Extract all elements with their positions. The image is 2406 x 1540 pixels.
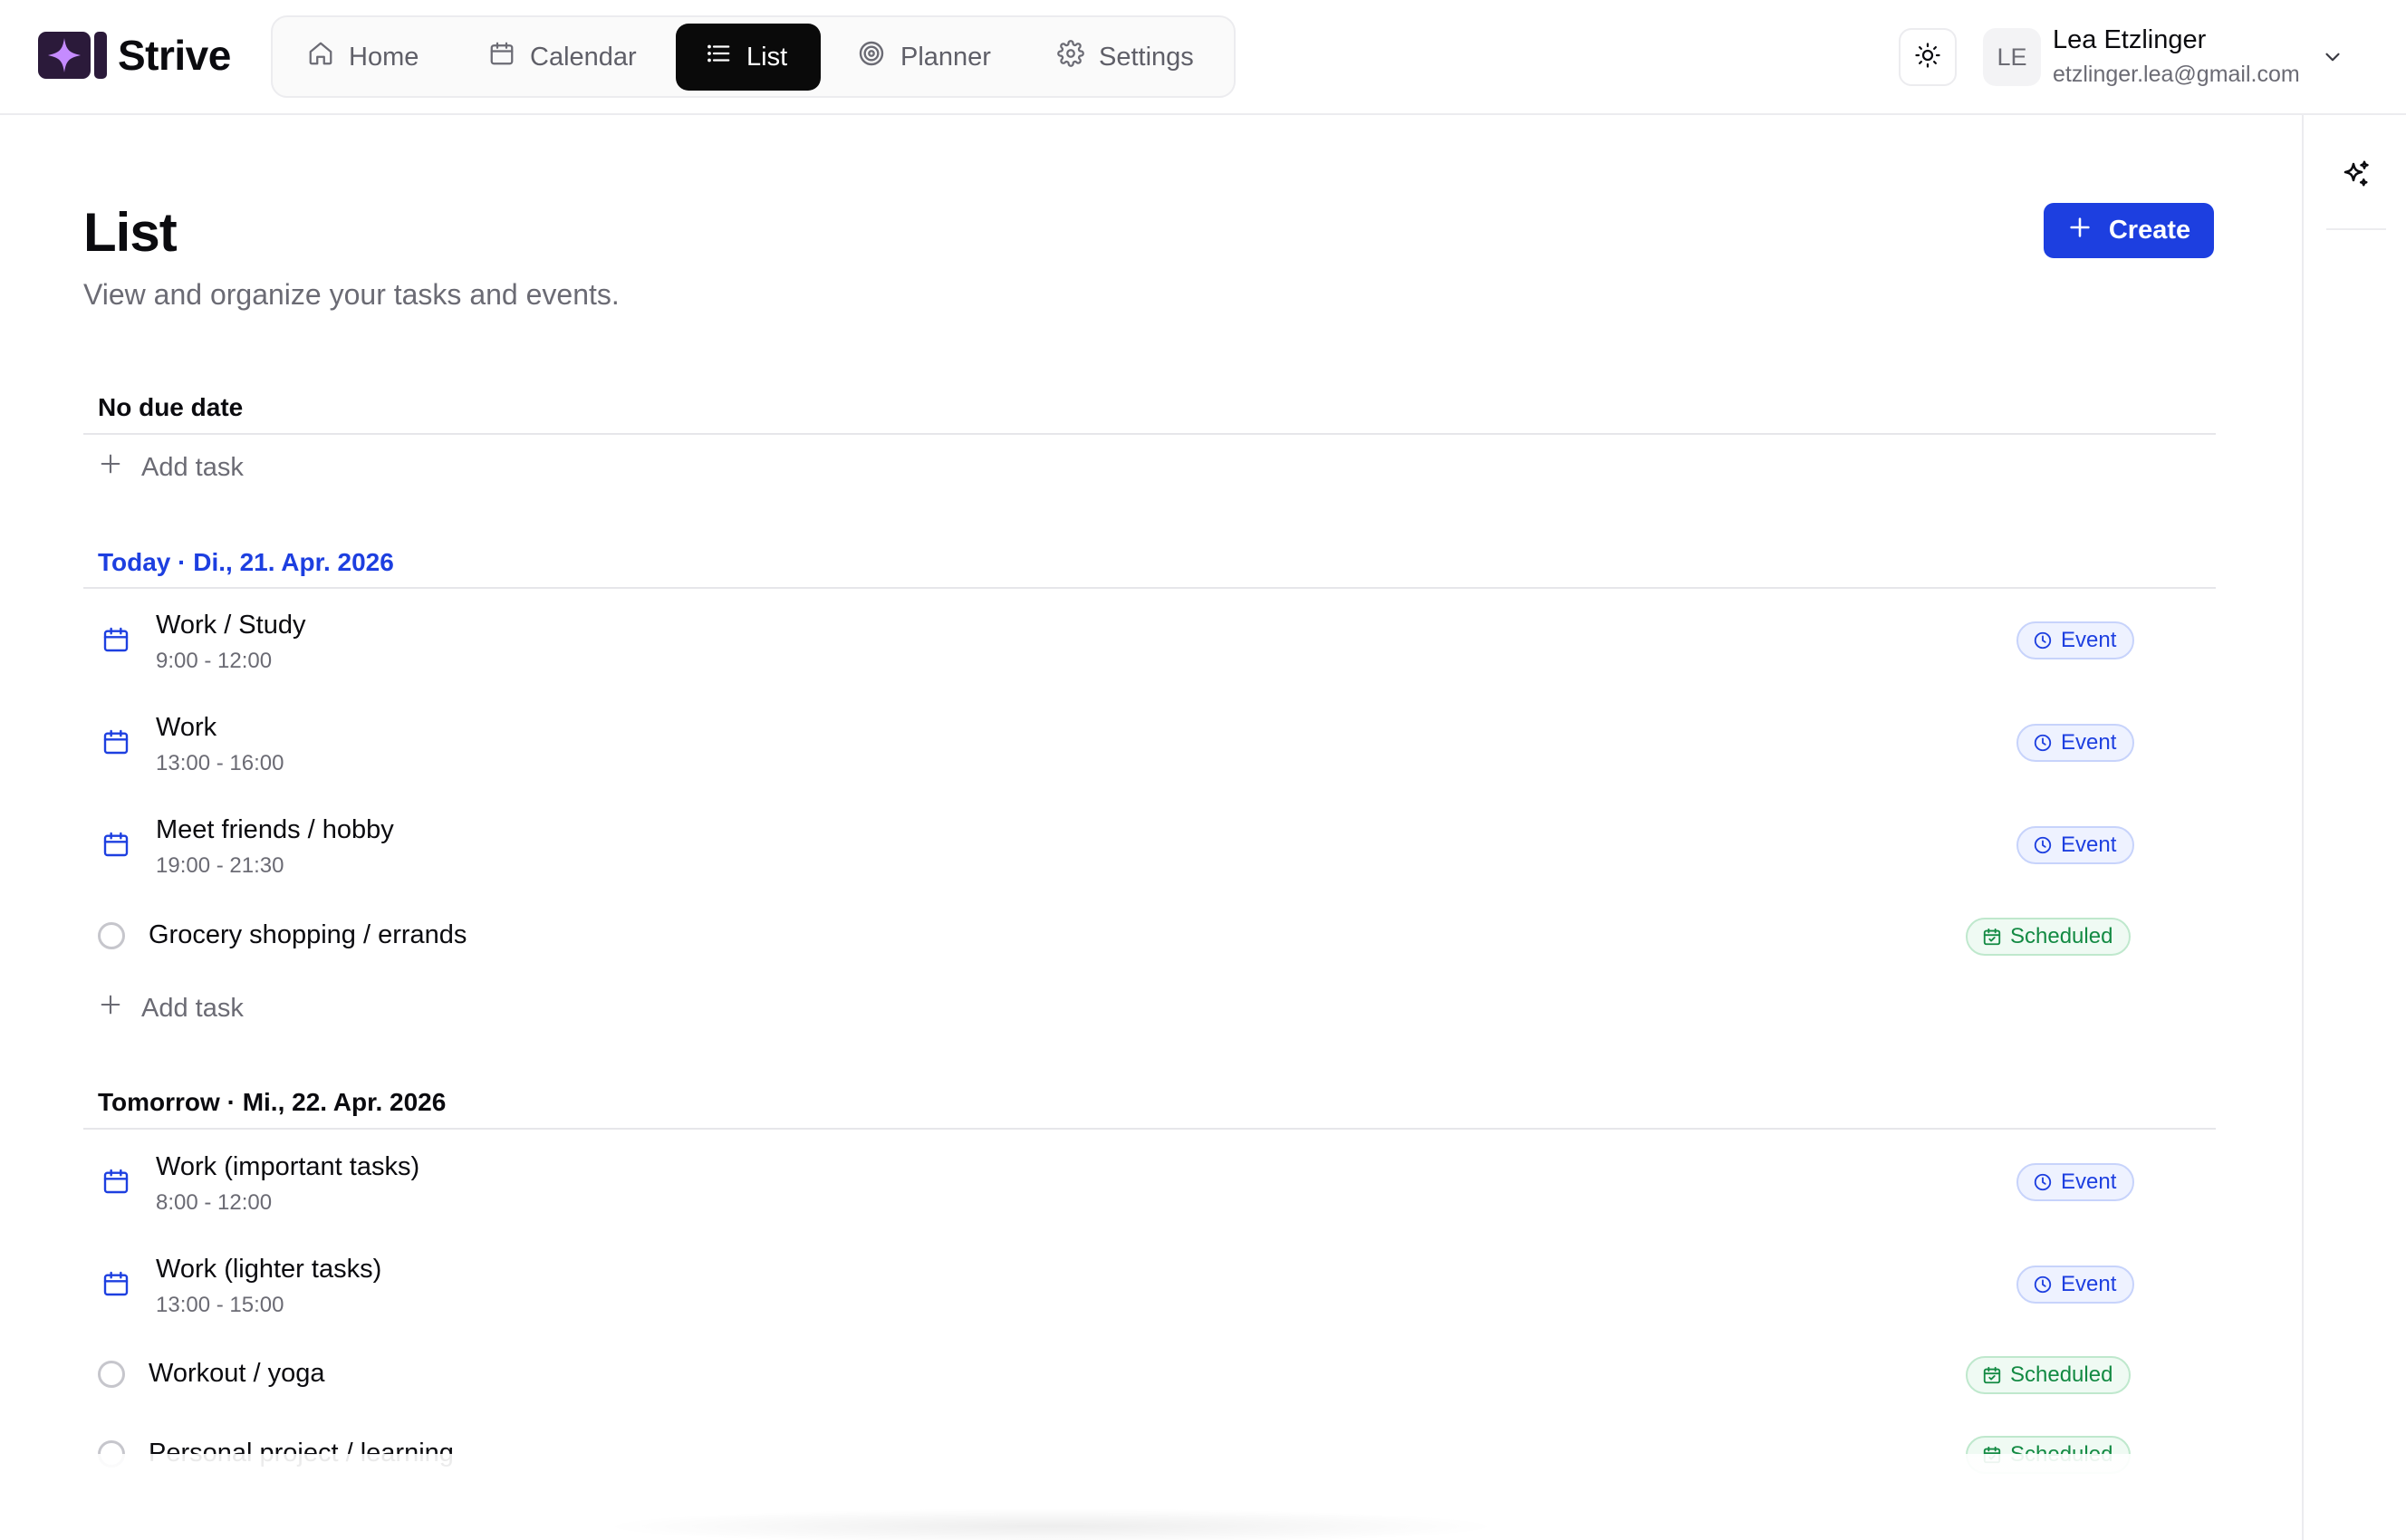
- add-task-label: Add task: [141, 993, 244, 1023]
- nav-item-label: Settings: [1099, 42, 1194, 72]
- task-title: Workout / yoga: [149, 1359, 325, 1388]
- section-title-today: Today · Di., 21. Apr. 2026: [98, 548, 394, 576]
- nav-item-label: Home: [349, 42, 419, 72]
- page-subtitle: View and organize your tasks and events.: [83, 278, 620, 311]
- nav-item-planner[interactable]: Planner: [857, 24, 1038, 91]
- avatar[interactable]: LE: [1983, 28, 2041, 86]
- calendar-icon: [488, 40, 530, 74]
- scroll-shadow: [598, 1508, 1504, 1540]
- task-row[interactable]: Grocery shopping / errands Scheduled: [83, 915, 2136, 960]
- nav-item-label: List: [746, 42, 788, 72]
- event-row[interactable]: Work 13:00 - 16:00 Event: [83, 711, 2136, 802]
- plus-icon: [98, 451, 141, 484]
- rail-divider: [2326, 228, 2386, 230]
- event-time: 8:00 - 12:00: [156, 1190, 273, 1215]
- nav-item-label: Calendar: [530, 42, 637, 72]
- event-badge: Event: [2016, 1163, 2135, 1201]
- calendar-icon: [101, 1269, 130, 1303]
- main-nav: Home Calendar List Planner Settings: [271, 15, 1236, 98]
- event-time: 13:00 - 15:00: [156, 1293, 284, 1317]
- event-time: 19:00 - 21:30: [156, 853, 284, 878]
- nav-item-settings[interactable]: Settings: [1057, 24, 1220, 91]
- clock-icon: [2034, 836, 2052, 854]
- event-title: Meet friends / hobby: [156, 815, 394, 844]
- event-title: Work / Study: [156, 611, 306, 640]
- calendar-icon: [101, 830, 130, 863]
- sun-icon: [1914, 42, 1941, 73]
- task-checkbox[interactable]: [98, 922, 125, 949]
- add-task-button[interactable]: Add task: [98, 992, 244, 1025]
- clock-icon: [2034, 631, 2052, 650]
- section-title-tomorrow: Tomorrow · Mi., 22. Apr. 2026: [98, 1088, 447, 1116]
- page-title: List: [83, 202, 178, 263]
- calendar-check-icon: [1983, 1366, 2001, 1384]
- user-name[interactable]: Lea Etzlinger: [2053, 25, 2206, 55]
- event-badge: Event: [2016, 826, 2135, 864]
- section-divider: [83, 587, 2216, 589]
- calendar-icon: [101, 1167, 130, 1200]
- create-button[interactable]: Create: [2044, 203, 2214, 258]
- user-email: etzlinger.lea@gmail.com: [2053, 62, 2300, 87]
- clock-icon: [2034, 734, 2052, 752]
- nav-item-home[interactable]: Home: [307, 24, 443, 91]
- event-row[interactable]: Meet friends / hobby 19:00 - 21:30 Event: [83, 813, 2136, 904]
- scheduled-badge: Scheduled: [1966, 918, 2132, 956]
- event-badge: Event: [2016, 724, 2135, 762]
- section-title-no-due-date: No due date: [98, 393, 244, 421]
- event-row[interactable]: Work (lighter tasks) 13:00 - 15:00 Event: [83, 1253, 2136, 1343]
- section-divider: [83, 433, 2216, 435]
- event-title: Work (lighter tasks): [156, 1255, 382, 1284]
- task-checkbox[interactable]: [98, 1361, 125, 1388]
- chevron-down-icon[interactable]: [2321, 45, 2344, 73]
- event-title: Work: [156, 713, 217, 742]
- create-button-label: Create: [2108, 216, 2191, 245]
- gear-icon: [1057, 40, 1099, 74]
- event-time: 13:00 - 16:00: [156, 751, 284, 775]
- clock-icon: [2034, 1275, 2052, 1294]
- event-title: Work (important tasks): [156, 1152, 420, 1181]
- nav-item-list[interactable]: List: [676, 24, 821, 91]
- calendar-check-icon: [1983, 928, 2001, 946]
- top-bar: Strive Home Calendar List Planner Settin…: [0, 0, 2406, 115]
- task-title: Grocery shopping / errands: [149, 920, 467, 949]
- calendar-icon: [101, 625, 130, 659]
- section-divider: [83, 1128, 2216, 1130]
- nav-item-calendar[interactable]: Calendar: [488, 24, 669, 91]
- task-row[interactable]: Workout / yoga Scheduled: [83, 1353, 2136, 1399]
- clock-icon: [2034, 1173, 2052, 1191]
- add-task-label: Add task: [141, 452, 244, 482]
- assistant-rail: [2302, 115, 2406, 1540]
- sparkle-icon: [38, 32, 107, 79]
- plus-icon: [2067, 215, 2109, 247]
- calendar-icon: [101, 727, 130, 761]
- target-icon: [857, 39, 900, 75]
- scheduled-badge: Scheduled: [1966, 1356, 2132, 1394]
- home-icon: [307, 40, 349, 74]
- brand-name: Strive: [118, 32, 231, 79]
- plus-icon: [98, 992, 141, 1025]
- sparkles-icon: [2340, 159, 2372, 196]
- event-badge: Event: [2016, 1266, 2135, 1304]
- theme-toggle-button[interactable]: [1899, 28, 1957, 86]
- nav-item-label: Planner: [900, 42, 991, 72]
- brand[interactable]: Strive: [38, 31, 231, 80]
- add-task-button[interactable]: Add task: [98, 451, 244, 484]
- event-row[interactable]: Work (important tasks) 8:00 - 12:00 Even…: [83, 1150, 2136, 1241]
- event-time: 9:00 - 12:00: [156, 649, 273, 673]
- list-icon: [705, 40, 746, 74]
- event-row[interactable]: Work / Study 9:00 - 12:00 Event: [83, 609, 2136, 699]
- ai-assistant-button[interactable]: [2304, 149, 2406, 204]
- event-badge: Event: [2016, 621, 2135, 659]
